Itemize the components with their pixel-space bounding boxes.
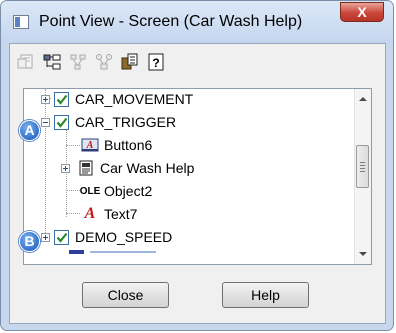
grip-line (360, 162, 365, 163)
tree-connector-line (66, 213, 80, 214)
grip-line (360, 165, 365, 166)
tree-item-label: Button6 (104, 137, 153, 153)
scroll-up-icon[interactable] (359, 97, 367, 101)
title-bar[interactable]: Point View - Screen (Car Wash Help) X (1, 1, 393, 43)
checkbox-car-movement[interactable] (54, 91, 69, 107)
tree-connector-line (66, 190, 80, 191)
tree-item-button6[interactable]: A Button6 (81, 135, 152, 155)
tree-item-demo-speed[interactable]: DEMO_SPEED (41, 227, 172, 247)
help-button[interactable]: Help (222, 282, 309, 308)
app-icon (13, 15, 29, 29)
expand-icon[interactable] (41, 232, 50, 242)
expand-icon[interactable] (41, 94, 50, 104)
screen-icon (77, 160, 95, 176)
ole-object-icon: OLE (79, 185, 101, 197)
tree-item-text7[interactable]: A Text7 (81, 204, 138, 224)
close-window-button[interactable]: X (340, 2, 384, 22)
tree-item-label: CAR_MOVEMENT (75, 91, 194, 107)
tree-connector-line (66, 145, 80, 146)
copy-icon[interactable] (120, 52, 140, 72)
expand-icon[interactable] (61, 163, 70, 173)
grip-line (360, 171, 365, 172)
tree-item-label: CAR_TRIGGER (75, 114, 177, 130)
window-title: Point View - Screen (Car Wash Help) (39, 13, 303, 30)
tree-item-label: Car Wash Help (100, 160, 195, 176)
help-icon-label: ? (152, 56, 159, 70)
network-icon[interactable] (68, 52, 88, 72)
tree-item-car-trigger[interactable]: CAR_TRIGGER (41, 112, 176, 132)
tree-item-label: DEMO_SPEED (75, 229, 173, 245)
callout-badge-a: A (19, 120, 40, 141)
tree-item-label: Object2 (104, 183, 153, 199)
next-item-label-partial (90, 251, 156, 253)
help-icon[interactable]: ? (146, 52, 166, 72)
tree-structure-icon[interactable] (42, 52, 62, 72)
tree-item-car-movement[interactable]: CAR_MOVEMENT (41, 89, 193, 109)
checkbox-car-trigger[interactable] (54, 114, 69, 130)
dialog-window: Point View - Screen (Car Wash Help) X ? … (0, 0, 394, 331)
tree-view[interactable]: CAR_MOVEMENT CAR_TRIGGER A Button6 Car W… (23, 88, 372, 265)
scrollbar-thumb[interactable] (356, 145, 369, 188)
collapse-icon[interactable] (41, 117, 50, 127)
tree-item-label: Text7 (104, 206, 138, 222)
close-button[interactable]: Close (82, 282, 169, 308)
dialog-client-area: ? CAR_MOVEMENT CAR_TRIGGER A Button6 Car… (9, 43, 386, 324)
scroll-down-icon[interactable] (359, 252, 367, 256)
tree-item-object2[interactable]: OLE Object2 (79, 181, 153, 201)
hierarchy-icon[interactable] (94, 52, 114, 72)
checkbox-demo-speed[interactable] (54, 229, 69, 245)
grip-line (360, 168, 365, 169)
callout-badge-b: B (19, 231, 40, 252)
next-item-checkbox-partial (69, 250, 84, 254)
svg-text:A: A (86, 140, 94, 151)
properties-icon[interactable] (16, 52, 36, 72)
vertical-scrollbar[interactable] (354, 89, 371, 264)
button-object-icon: A (81, 137, 99, 153)
text-object-icon: A (84, 205, 96, 222)
tree-item-car-wash-help[interactable]: Car Wash Help (61, 158, 194, 178)
